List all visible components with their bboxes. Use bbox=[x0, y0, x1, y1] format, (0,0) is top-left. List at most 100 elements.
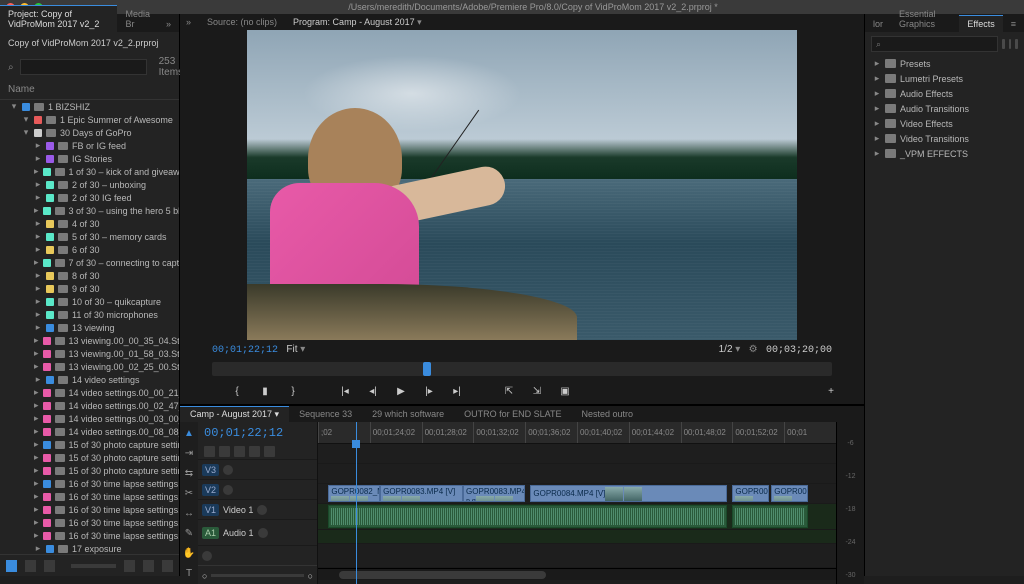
tab-essential-graphics[interactable]: Essential Graphics bbox=[891, 5, 959, 32]
label-color-chip[interactable] bbox=[43, 519, 51, 527]
bin-row[interactable]: ▸13 viewing.00_01_58_03.Still009.p bbox=[0, 347, 179, 360]
label-color-chip[interactable] bbox=[34, 129, 42, 137]
disclosure-icon[interactable]: ▸ bbox=[34, 517, 39, 528]
fx-badge-accelerated-icon[interactable] bbox=[1002, 39, 1005, 49]
disclosure-icon[interactable]: ▾ bbox=[22, 114, 30, 125]
timeline-sequence-tab[interactable]: 29 which software bbox=[362, 407, 454, 421]
effects-folder[interactable]: ▸Audio Transitions bbox=[865, 101, 1024, 116]
export-frame-icon[interactable]: ▣ bbox=[558, 384, 572, 398]
label-color-chip[interactable] bbox=[43, 168, 51, 176]
effects-folder[interactable]: ▸Lumetri Presets bbox=[865, 71, 1024, 86]
disclosure-icon[interactable]: ▸ bbox=[34, 478, 39, 489]
disclosure-icon[interactable]: ▸ bbox=[34, 348, 39, 359]
disclosure-icon[interactable]: ▸ bbox=[34, 309, 42, 320]
bin-row[interactable]: ▾1 BIZSHIZ bbox=[0, 100, 179, 113]
mark-in-icon[interactable]: { bbox=[230, 384, 244, 398]
column-header-name[interactable]: Name bbox=[0, 80, 179, 100]
bin-row[interactable]: ▾1 Epic Summer of Awesome bbox=[0, 113, 179, 126]
list-view-icon[interactable] bbox=[6, 560, 17, 572]
label-color-chip[interactable] bbox=[46, 272, 54, 280]
disclosure-icon[interactable]: ▸ bbox=[873, 73, 881, 84]
program-video-frame[interactable] bbox=[247, 30, 797, 340]
track-lane-a1[interactable] bbox=[318, 504, 836, 530]
track-header-v2[interactable]: V2 bbox=[198, 479, 317, 499]
resolution-dropdown[interactable]: 1/2 bbox=[719, 344, 733, 355]
label-color-chip[interactable] bbox=[43, 454, 51, 462]
panel-overflow-icon[interactable]: » bbox=[186, 17, 191, 27]
bin-row[interactable]: ▸10 of 30 – quikcapture bbox=[0, 295, 179, 308]
bin-row[interactable]: ▸13 viewing bbox=[0, 321, 179, 334]
disclosure-icon[interactable]: ▸ bbox=[34, 296, 42, 307]
bin-row[interactable]: ▸15 of 30 photo capture settings.00 bbox=[0, 464, 179, 477]
audio-clip[interactable] bbox=[732, 505, 807, 528]
disclosure-icon[interactable]: ▸ bbox=[34, 244, 42, 255]
label-color-chip[interactable] bbox=[46, 298, 54, 306]
bin-row[interactable]: ▸13 viewing.00_02_25_00.Still010.p bbox=[0, 360, 179, 373]
label-color-chip[interactable] bbox=[43, 441, 51, 449]
search-icon[interactable]: ⌕ bbox=[8, 62, 14, 73]
track-lane-v1[interactable]: GOPR0082_MIGOPR0083.MP4 [V]GOPR0083.MP4 … bbox=[318, 484, 836, 504]
effects-search-input[interactable] bbox=[871, 36, 998, 52]
bin-row[interactable]: ▸11 of 30 microphones bbox=[0, 308, 179, 321]
slip-tool-icon[interactable]: ↔ bbox=[182, 506, 196, 520]
label-color-chip[interactable] bbox=[43, 350, 51, 358]
program-timecode[interactable]: 00;01;22;12 bbox=[212, 345, 278, 356]
pen-tool-icon[interactable]: ✎ bbox=[182, 526, 196, 540]
video-clip[interactable]: GOPR0086.MP4 bbox=[732, 485, 768, 502]
label-color-chip[interactable] bbox=[43, 389, 51, 397]
project-bin-list[interactable]: ▾1 BIZSHIZ▾1 Epic Summer of Awesome▾30 D… bbox=[0, 100, 179, 554]
go-to-in-icon[interactable]: |◂ bbox=[338, 384, 352, 398]
bin-row[interactable]: ▸14 video settings.00_00_21_10.Stil bbox=[0, 386, 179, 399]
panel-menu-icon[interactable]: ≡ bbox=[1003, 15, 1024, 32]
track-select-tool-icon[interactable]: ⇥ bbox=[182, 446, 196, 460]
bin-row[interactable]: ▸16 of 30 time lapse settings.00_00 bbox=[0, 516, 179, 529]
disclosure-icon[interactable]: ▸ bbox=[34, 257, 39, 268]
linked-selection-icon[interactable] bbox=[219, 446, 230, 457]
add-marker-icon[interactable]: ▮ bbox=[258, 384, 272, 398]
label-color-chip[interactable] bbox=[46, 324, 54, 332]
tab-lumetri-color[interactable]: lor bbox=[865, 15, 891, 32]
track-lane-v3[interactable] bbox=[318, 444, 836, 464]
fx-badge-32bit-icon[interactable] bbox=[1009, 39, 1012, 49]
wrench-icon[interactable] bbox=[264, 446, 275, 457]
track-header-a2[interactable] bbox=[198, 545, 317, 565]
label-color-chip[interactable] bbox=[46, 142, 54, 150]
disclosure-icon[interactable]: ▸ bbox=[873, 103, 881, 114]
project-search-input[interactable] bbox=[20, 59, 147, 75]
label-color-chip[interactable] bbox=[43, 493, 51, 501]
label-color-chip[interactable] bbox=[22, 103, 30, 111]
track-toggle-icon[interactable] bbox=[257, 505, 267, 515]
label-color-chip[interactable] bbox=[43, 363, 51, 371]
disclosure-icon[interactable]: ▸ bbox=[34, 205, 39, 216]
bin-row[interactable]: ▸5 of 30 – memory cards bbox=[0, 230, 179, 243]
label-color-chip[interactable] bbox=[43, 402, 51, 410]
track-header-a1[interactable]: A1Audio 1 bbox=[198, 519, 317, 545]
settings-icon[interactable]: ⚙ bbox=[749, 344, 758, 355]
label-color-chip[interactable] bbox=[46, 246, 54, 254]
disclosure-icon[interactable]: ▸ bbox=[34, 504, 39, 515]
sequence-settings-icon[interactable] bbox=[249, 446, 260, 457]
extract-icon[interactable]: ⇲ bbox=[530, 384, 544, 398]
video-clip[interactable]: GOPR0084.MP4 [V] bbox=[530, 485, 727, 502]
bin-row[interactable]: ▸16 of 30 time lapse settings.00_00 bbox=[0, 529, 179, 542]
fit-dropdown[interactable]: Fit bbox=[286, 344, 297, 355]
disclosure-icon[interactable]: ▸ bbox=[34, 140, 42, 151]
fx-badge-yuv-icon[interactable] bbox=[1015, 39, 1018, 49]
disclosure-icon[interactable]: ▸ bbox=[34, 530, 39, 541]
bin-row[interactable]: ▸14 video settings.00_08_08_18.Stil bbox=[0, 425, 179, 438]
label-color-chip[interactable] bbox=[43, 207, 51, 215]
bin-row[interactable]: ▸14 video settings.00_03_00_22.Stil bbox=[0, 412, 179, 425]
disclosure-icon[interactable]: ▸ bbox=[34, 452, 39, 463]
play-icon[interactable]: ▶ bbox=[394, 384, 408, 398]
bin-row[interactable]: ▸8 of 30 bbox=[0, 269, 179, 282]
label-color-chip[interactable] bbox=[43, 415, 51, 423]
bin-row[interactable]: ▸4 of 30 bbox=[0, 217, 179, 230]
timeline-hscrollbar[interactable] bbox=[318, 568, 836, 580]
disclosure-icon[interactable]: ▸ bbox=[34, 361, 39, 372]
panel-overflow-icon[interactable]: » bbox=[158, 15, 179, 32]
lift-icon[interactable]: ⇱ bbox=[502, 384, 516, 398]
label-color-chip[interactable] bbox=[46, 311, 54, 319]
label-color-chip[interactable] bbox=[43, 259, 51, 267]
bin-row[interactable]: ▸FB or IG feed bbox=[0, 139, 179, 152]
effects-folder[interactable]: ▸Video Effects bbox=[865, 116, 1024, 131]
